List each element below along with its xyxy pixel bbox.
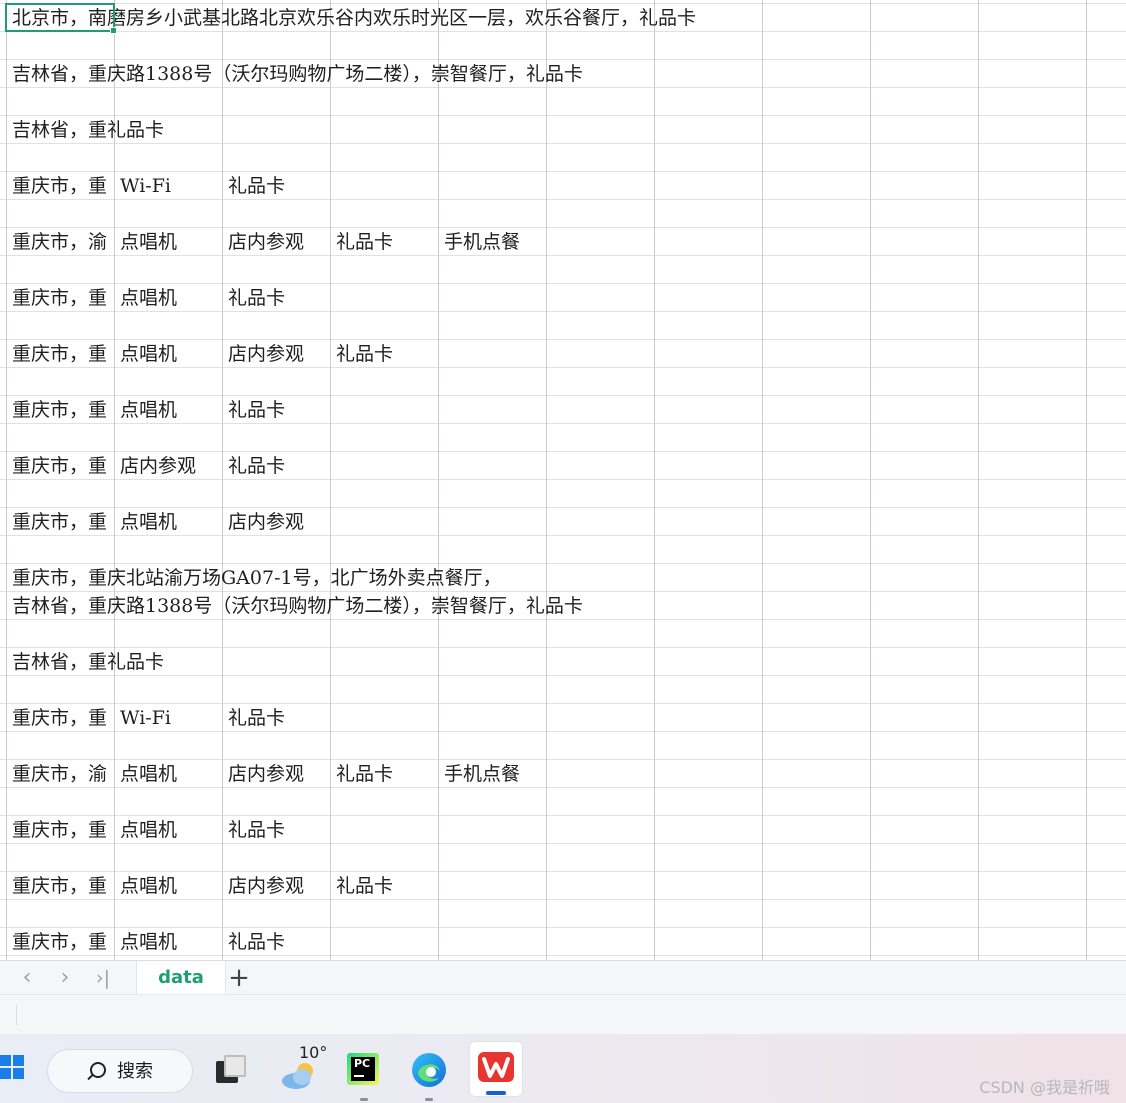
sheet-cell[interactable]: Wi-Fi <box>114 703 222 731</box>
sheet-cell[interactable]: 重庆市，重 <box>6 871 114 899</box>
sheet-row: 重庆市，重 点唱机 店内参观 礼品卡 <box>0 339 1126 367</box>
wps-icon[interactable] <box>469 1041 523 1097</box>
sheet-cell[interactable]: 重庆市，重 <box>6 395 114 423</box>
sheet-cell[interactable]: 店内参观 <box>114 451 222 479</box>
sheet-cell[interactable]: 店内参观 <box>222 507 330 535</box>
sheet-tab-data[interactable]: data <box>136 961 226 995</box>
sheet-cell[interactable]: 礼品卡 <box>222 815 330 843</box>
sheet-cell[interactable]: 吉林省，重礼品卡 <box>6 647 164 675</box>
pycharm-icon[interactable]: PC <box>343 1049 385 1101</box>
sheet-cell[interactable]: 店内参观 <box>222 339 330 367</box>
sheet-cell[interactable]: 重庆市，渝 <box>6 227 114 255</box>
sheet-row: 重庆市，重 点唱机 礼品卡 <box>0 927 1126 955</box>
sheet-cell[interactable]: 重庆市，重 <box>6 927 114 955</box>
sheet-cell[interactable]: 重庆市，重 <box>6 171 114 199</box>
sheet-cell[interactable]: 重庆市，重 <box>6 703 114 731</box>
sheet-cell[interactable]: 点唱机 <box>114 395 222 423</box>
sheet-cell[interactable]: 礼品卡 <box>222 703 330 731</box>
sheet-cell[interactable]: 重庆市，重庆北站渝万场GA07-1号，北广场外卖点餐厅， <box>6 563 502 591</box>
sheet-cell[interactable]: 吉林省，重庆路1388号（沃尔玛购物广场二楼），崇智餐厅，礼品卡 <box>6 591 583 619</box>
sheet-cell[interactable]: 吉林省，重庆路1388号（沃尔玛购物广场二楼），崇智餐厅，礼品卡 <box>6 59 583 87</box>
watermark-text: CSDN @我是祈哦 <box>979 1078 1110 1097</box>
edge-icon[interactable] <box>408 1049 450 1101</box>
sheet-row: 吉林省，重礼品卡 <box>0 647 1126 675</box>
sheet-cell[interactable]: 手机点餐 <box>438 227 546 255</box>
sheet-cell[interactable]: 点唱机 <box>114 339 222 367</box>
taskbar-search-button[interactable]: 搜索 <box>47 1049 193 1093</box>
last-sheet-button[interactable]: ›| <box>90 965 116 991</box>
sheet-row: 吉林省，重庆路1388号（沃尔玛购物广场二楼），崇智餐厅，礼品卡 <box>0 591 1126 619</box>
sheet-cell[interactable]: 北京市，南磨房乡小武基北路北京欢乐谷内欢乐时光区一层，欢乐谷餐厅，礼品卡 <box>6 3 696 31</box>
windows-taskbar: 搜索 10° PC CSDN @我是祈哦 <box>0 1034 1126 1103</box>
sheet-cell[interactable]: 手机点餐 <box>438 759 546 787</box>
sheet-cell[interactable]: Wi-Fi <box>114 171 222 199</box>
sheet-row: 重庆市，重庆北站渝万场GA07-1号，北广场外卖点餐厅， <box>0 563 1126 591</box>
sheet-row: 重庆市，重 店内参观 礼品卡 <box>0 451 1126 479</box>
sheet-cell[interactable]: 点唱机 <box>114 871 222 899</box>
sheet-row: 重庆市，重 Wi-Fi 礼品卡 <box>0 171 1126 199</box>
weather-icon[interactable]: 10° <box>278 1043 327 1091</box>
status-divider <box>16 1005 17 1025</box>
next-sheet-button[interactable]: › <box>52 965 78 991</box>
sheet-cell[interactable]: 吉林省，重礼品卡 <box>6 115 164 143</box>
sheet-cell[interactable]: 重庆市，渝 <box>6 759 114 787</box>
sheet-cell[interactable]: 重庆市，重 <box>6 815 114 843</box>
windows-start-icon[interactable] <box>0 1052 26 1088</box>
sheet-cell[interactable]: 礼品卡 <box>222 395 330 423</box>
sheet-row: 重庆市，渝 点唱机 店内参观 礼品卡 手机点餐 <box>0 759 1126 787</box>
sheet-cell[interactable]: 店内参观 <box>222 871 330 899</box>
sheet-cell[interactable]: 礼品卡 <box>222 927 330 955</box>
sheet-cell[interactable]: 礼品卡 <box>222 451 330 479</box>
search-label: 搜索 <box>117 1061 153 1082</box>
search-icon <box>90 1062 106 1078</box>
sheet-row: 重庆市，重 点唱机 礼品卡 <box>0 815 1126 843</box>
sheet-cell[interactable]: 点唱机 <box>114 927 222 955</box>
sheet-row: 重庆市，重 点唱机 礼品卡 <box>0 283 1126 311</box>
status-bar <box>0 994 1126 1035</box>
active-app-indicator <box>486 1091 506 1095</box>
sheet-cell[interactable]: 礼品卡 <box>330 759 438 787</box>
weather-temperature: 10° <box>299 1043 328 1062</box>
sheet-row: 重庆市，重 点唱机 礼品卡 <box>0 395 1126 423</box>
sheet-cell[interactable]: 礼品卡 <box>330 227 438 255</box>
sheet-cell[interactable]: 点唱机 <box>114 759 222 787</box>
sheet-row: 重庆市，重 点唱机 店内参观 <box>0 507 1126 535</box>
sheet-row: 重庆市，重 点唱机 店内参观 礼品卡 <box>0 871 1126 899</box>
sheet-row: 吉林省，重礼品卡 <box>0 115 1126 143</box>
sheet-cell[interactable]: 点唱机 <box>114 283 222 311</box>
pycharm-letters: PC <box>354 1057 371 1070</box>
sheet-cell[interactable]: 点唱机 <box>114 227 222 255</box>
sheet-row: 吉林省，重庆路1388号（沃尔玛购物广场二楼），崇智餐厅，礼品卡 <box>0 59 1126 87</box>
prev-sheet-button[interactable]: ‹ <box>14 965 40 991</box>
add-sheet-button[interactable]: + <box>226 963 252 993</box>
sheet-cell[interactable]: 礼品卡 <box>222 283 330 311</box>
sheet-cell[interactable]: 重庆市，重 <box>6 451 114 479</box>
sheet-cell[interactable]: 礼品卡 <box>222 171 330 199</box>
sheet-cell[interactable]: 礼品卡 <box>330 339 438 367</box>
sheet-cell[interactable]: 重庆市，重 <box>6 507 114 535</box>
sheet-tab-bar: ‹ › ›| data + <box>0 960 1126 995</box>
sheet-cell[interactable]: 点唱机 <box>114 815 222 843</box>
sheet-row: 重庆市，渝 点唱机 店内参观 礼品卡 手机点餐 <box>0 227 1126 255</box>
task-view-icon[interactable] <box>210 1049 252 1091</box>
sheet-cell[interactable]: 点唱机 <box>114 507 222 535</box>
sheet-row: 北京市，南磨房乡小武基北路北京欢乐谷内欢乐时光区一层，欢乐谷餐厅，礼品卡 <box>0 3 1126 31</box>
sheet-cell[interactable]: 重庆市，重 <box>6 283 114 311</box>
spreadsheet-grid[interactable]: 北京市，南磨房乡小武基北路北京欢乐谷内欢乐时光区一层，欢乐谷餐厅，礼品卡 吉林省，… <box>0 0 1126 960</box>
sheet-cell[interactable]: 店内参观 <box>222 227 330 255</box>
sheet-cell[interactable]: 礼品卡 <box>330 871 438 899</box>
sheet-cell[interactable]: 重庆市，重 <box>6 339 114 367</box>
sheet-cell[interactable]: 店内参观 <box>222 759 330 787</box>
sheet-row: 重庆市，重 Wi-Fi 礼品卡 <box>0 703 1126 731</box>
